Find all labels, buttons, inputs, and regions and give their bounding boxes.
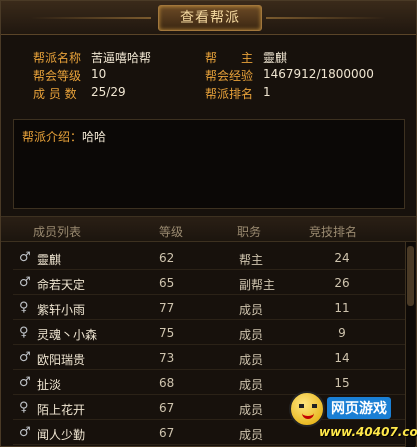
guild-leader-label: 帮 主 bbox=[205, 51, 254, 65]
guild-intro-box: 帮派介绍： 哈哈 bbox=[13, 119, 405, 209]
member-role: 帮主 bbox=[239, 253, 264, 267]
member-level: 75 bbox=[159, 326, 175, 340]
smiley-mouth bbox=[302, 413, 314, 419]
scrollbar-thumb[interactable] bbox=[407, 246, 414, 306]
member-level: 77 bbox=[159, 301, 175, 315]
member-rank: 26 bbox=[334, 276, 350, 290]
guild-level-label: 帮会等级 bbox=[33, 69, 82, 83]
info-row-name: 帮派名称 苦逼嘻哈帮 帮 主 靈麒 bbox=[1, 49, 416, 67]
member-name: 欧阳瑞贵 bbox=[37, 353, 86, 367]
female-icon: ♀ bbox=[19, 325, 29, 340]
member-name: 紫轩小雨 bbox=[37, 303, 86, 317]
smiley-logo-icon bbox=[289, 391, 325, 427]
male-icon: ♂ bbox=[19, 425, 31, 440]
member-level: 73 bbox=[159, 351, 175, 365]
member-role: 成员 bbox=[239, 303, 264, 317]
guild-name-label: 帮派名称 bbox=[33, 51, 82, 65]
member-role: 成员 bbox=[239, 428, 264, 442]
member-rank: 15 bbox=[334, 376, 350, 390]
guild-level-value: 10 bbox=[91, 67, 107, 81]
member-row[interactable]: ♀ 灵魂丶小森 75 成员 9 bbox=[13, 322, 405, 345]
guild-info-section: 帮派名称 苦逼嘻哈帮 帮 主 靈麒 帮会等级 10 帮会经验 1467912/1… bbox=[1, 49, 416, 115]
guild-info-window: 查看帮派 帮派名称 苦逼嘻哈帮 帮 主 靈麒 帮会等级 10 帮会经验 1467… bbox=[0, 0, 417, 447]
column-header-role[interactable]: 职务 bbox=[237, 223, 261, 240]
watermark-url: www.40407.com bbox=[319, 425, 417, 439]
member-level: 67 bbox=[159, 401, 175, 415]
member-level: 62 bbox=[159, 251, 175, 265]
member-rank: 24 bbox=[334, 251, 350, 265]
member-count-value: 25/29 bbox=[91, 85, 126, 99]
member-row[interactable]: ♂ 命若天定 65 副帮主 26 bbox=[13, 272, 405, 295]
window-title: 查看帮派 bbox=[180, 10, 240, 26]
male-icon: ♂ bbox=[19, 350, 31, 365]
watermark-title: 网页游戏 bbox=[327, 397, 391, 419]
member-role: 成员 bbox=[239, 403, 264, 417]
info-row-members: 成 员 数 25/29 帮派排名 1 bbox=[1, 85, 416, 103]
smiley-eyes bbox=[299, 404, 317, 408]
member-name: 扯淡 bbox=[37, 378, 62, 392]
member-name: 闻人少勤 bbox=[37, 428, 86, 442]
guild-rank-label: 帮派排名 bbox=[205, 87, 254, 101]
member-name: 灵魂丶小森 bbox=[37, 328, 98, 342]
column-header-level[interactable]: 等级 bbox=[159, 223, 183, 240]
member-role: 成员 bbox=[239, 328, 264, 342]
member-role: 副帮主 bbox=[239, 278, 276, 292]
guild-rank-value: 1 bbox=[263, 85, 271, 99]
female-icon: ♀ bbox=[19, 400, 29, 415]
member-role: 成员 bbox=[239, 378, 264, 392]
member-level: 65 bbox=[159, 276, 175, 290]
member-level: 68 bbox=[159, 376, 175, 390]
guild-intro-label: 帮派介绍： bbox=[22, 130, 83, 144]
member-role: 成员 bbox=[239, 353, 264, 367]
male-icon: ♂ bbox=[19, 275, 31, 290]
member-count-label: 成 员 数 bbox=[33, 87, 77, 101]
member-rank: 11 bbox=[334, 301, 350, 315]
member-name: 靈麒 bbox=[37, 253, 62, 267]
column-header-member[interactable]: 成员列表 bbox=[33, 223, 81, 240]
guild-leader-value: 靈麒 bbox=[263, 51, 288, 65]
member-name: 命若天定 bbox=[37, 278, 86, 292]
male-icon: ♂ bbox=[19, 250, 31, 265]
member-row[interactable]: ♀ 紫轩小雨 77 成员 11 bbox=[13, 297, 405, 320]
member-list-header: 成员列表 等级 职务 竞技排名 bbox=[1, 216, 416, 242]
column-header-rank[interactable]: 竞技排名 bbox=[309, 223, 357, 240]
member-rank: 9 bbox=[338, 326, 346, 340]
guild-name-value: 苦逼嘻哈帮 bbox=[91, 51, 152, 65]
title-plate: 查看帮派 bbox=[158, 5, 262, 31]
guild-intro-text: 哈哈 bbox=[82, 130, 107, 144]
guild-exp-label: 帮会经验 bbox=[205, 69, 254, 83]
title-bar: 查看帮派 bbox=[1, 1, 416, 35]
title-ornament-left bbox=[31, 17, 151, 19]
female-icon: ♀ bbox=[19, 300, 29, 315]
info-row-level: 帮会等级 10 帮会经验 1467912/1800000 bbox=[1, 67, 416, 85]
male-icon: ♂ bbox=[19, 375, 31, 390]
member-row[interactable]: ♂ 靈麒 62 帮主 24 bbox=[13, 247, 405, 270]
member-row[interactable]: ♂ 欧阳瑞贵 73 成员 14 bbox=[13, 347, 405, 370]
member-rank: 14 bbox=[334, 351, 350, 365]
site-watermark: 网页游戏 www.40407.com bbox=[289, 391, 417, 447]
member-level: 67 bbox=[159, 426, 175, 440]
member-name: 陌上花开 bbox=[37, 403, 86, 417]
title-ornament-right bbox=[266, 17, 386, 19]
guild-exp-value: 1467912/1800000 bbox=[263, 67, 374, 81]
